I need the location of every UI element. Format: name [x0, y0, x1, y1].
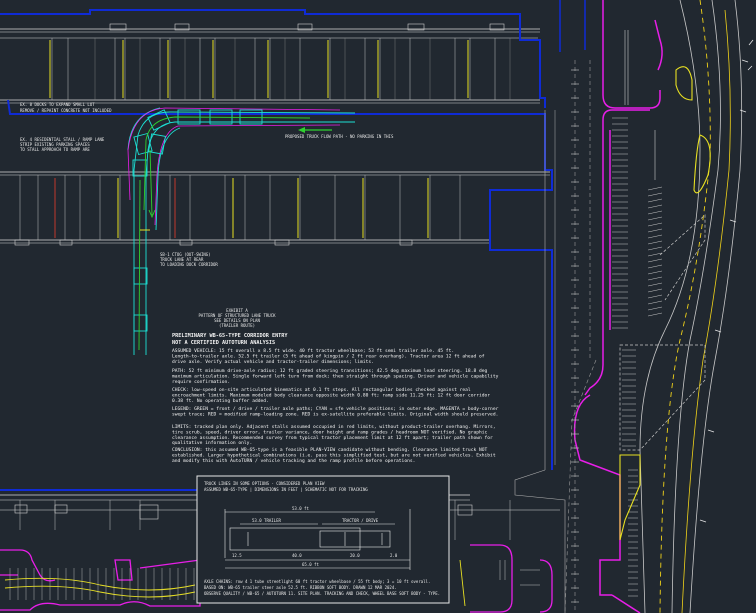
parking-stall-line	[647, 234, 663, 239]
notes-paragraph-2: PATH: 52 ft minimum drive-axle radius; 1…	[172, 368, 499, 385]
parking-stall-line	[647, 300, 663, 305]
parking-stall-line	[647, 264, 663, 269]
flow-label: PROPOSED TRUCK FLOW PATH - NO PARKING IN…	[285, 134, 394, 139]
notes-line: CONCLUSION: this assumed WB-65-type is a…	[172, 447, 488, 453]
notes-line: maximum articulation. Single forward lef…	[172, 373, 499, 379]
dim-mid-right: 20.0	[350, 553, 360, 558]
notes-line: clearance assumption. Recommended survey…	[172, 435, 493, 441]
note-b-line3: TO STALL APPROACH TO RAMP ARE	[20, 147, 90, 152]
parking-stall-line	[647, 198, 663, 203]
parking-stall-line	[647, 222, 663, 227]
label-c-line3: TO LOADING DOCK CORRIDOR	[160, 262, 218, 267]
vehicle-dimension-inset: TRUCK LINES IN SOME OPTIONS - CONSIDERED…	[196, 475, 450, 604]
notes-line: Length-to-trailer axle. 52.5 ft trailer …	[172, 353, 485, 359]
dim-top: 53.0 ft	[292, 506, 309, 511]
flow-arrow	[298, 127, 332, 133]
notes-line: LEGEND: GREEN = front / drive / trailer …	[172, 406, 499, 412]
east-parking-lot	[573, 0, 754, 613]
notes-line: encroachment limits. Maximum modeled bod…	[172, 392, 490, 398]
parking-stall-line	[647, 246, 663, 251]
inset-footer-2: BASED ON: WB-65 trailer steer axle 52.5 …	[204, 585, 397, 590]
inset-footer-3: OBSERVE QUALITY / WB-65 / AUTOTURN 11. S…	[204, 591, 440, 596]
parking-stall-line	[647, 186, 663, 191]
notes-paragraph-5: LIMITS: tracked plan only. Adjacent stal…	[172, 424, 496, 446]
notes-paragraph-6: CONCLUSION: this assumed WB-65-type is a…	[172, 447, 496, 464]
north-building	[0, 23, 540, 104]
site-plan-drawing: EX. 8 DOCKS TO EXPAND SMALL LOT REMOVE /…	[0, 0, 754, 613]
notes-line: CHECK: low-speed on-site articulated kin…	[172, 387, 471, 393]
notes-line: tire scrub, speed, driver error, trailer…	[172, 429, 488, 435]
notes-paragraph-1: ASSUMED VEHICLE: 15 ft overall x 8.5 ft …	[172, 348, 485, 365]
notes-line: established. Larger hypothetical combina…	[172, 452, 496, 458]
notes-line: drive axle. Verify actual vehicle and tr…	[172, 359, 374, 365]
dim-trailer: 53.0 TRAILER	[252, 518, 281, 523]
notes-line: PATH: 52 ft minimum drive-axle radius; 1…	[172, 368, 488, 374]
parking-stall-line	[647, 204, 663, 209]
tracking-title-block: EXHIBIT A PATTERN OF STRUCTURED LANE TRU…	[198, 308, 276, 328]
notes-line: 0.38 ft. No operating buffer added.	[172, 398, 269, 404]
inset-title: TRUCK LINES IN SOME OPTIONS - CONSIDERED…	[204, 481, 325, 486]
cad-drawing-canvas: EX. 8 DOCKS TO EXPAND SMALL LOT REMOVE /…	[0, 0, 756, 613]
parking-stall-line	[647, 252, 663, 257]
parking-stall-line	[647, 228, 663, 233]
notes-heading-2: NOT A CERTIFIED AUTOTURN ANALYSIS	[172, 340, 275, 346]
dim-bottom: 65.0 ft	[302, 562, 319, 567]
notes-line: swept trace; RED = modified ramp-loading…	[172, 411, 498, 417]
dim-mid-right2: 2.0	[390, 553, 398, 558]
note-a-line1: EX. 8 DOCKS TO EXPAND SMALL LOT	[20, 102, 95, 107]
parking-stall-line	[647, 210, 663, 215]
bottom-parking-stripes	[9, 568, 195, 600]
tracking-title-line4: (TRAILER ROUTE)	[219, 323, 255, 328]
note-a-line2: REMOVE / REPAINT CONCRETE NOT INCLUDED	[20, 108, 112, 113]
site-divider	[514, 110, 566, 613]
general-notes: PRELIMINARY WB-65-TYPE CORRIDOR ENTRY NO…	[172, 333, 499, 464]
parking-stall-line	[647, 282, 663, 287]
notes-paragraph-4: LEGEND: GREEN = front / drive / trailer …	[172, 406, 499, 417]
notes-line: ASSUMED VEHICLE: 15 ft overall x 8.5 ft …	[172, 348, 454, 354]
parking-stall-line	[647, 258, 663, 263]
parking-stall-line	[647, 270, 663, 275]
notes-line: LIMITS: tracked plan only. Adjacent stal…	[172, 424, 496, 430]
notes-heading-1: PRELIMINARY WB-65-TYPE CORRIDOR ENTRY	[172, 333, 288, 339]
annotations: EX. 8 DOCKS TO EXPAND SMALL LOT REMOVE /…	[20, 102, 394, 267]
inset-subtitle: ASSUMED WB-65-TYPE | DIMENSIONS IN FEET …	[204, 487, 368, 492]
middle-building	[0, 171, 550, 246]
parking-stall-line	[647, 294, 663, 299]
parking-stall-line	[647, 312, 663, 317]
parking-stall-line	[647, 240, 663, 245]
dim-mid-center: 40.0	[292, 553, 302, 558]
parking-stall-line	[647, 216, 663, 221]
utility-lines	[564, 60, 597, 613]
notes-line: qualitative information only.	[172, 440, 252, 446]
notes-paragraph-3: CHECK: low-speed on-site articulated kin…	[172, 387, 490, 404]
parking-stall-line	[647, 276, 663, 281]
parking-stall-line	[647, 306, 663, 311]
notes-line: require confirmation.	[172, 379, 230, 385]
dim-tractor: TRACTOR / DRIVE	[342, 518, 379, 523]
notes-line: and modify this with AutoTURN / vehicle …	[172, 458, 415, 464]
dim-mid-left: 12.5	[232, 553, 242, 558]
inset-footer-1: AXLE CHAINS: row 4 1 tube streetlight 60…	[204, 579, 430, 584]
parking-stall-line	[647, 192, 663, 197]
parking-stall-line	[647, 288, 663, 293]
